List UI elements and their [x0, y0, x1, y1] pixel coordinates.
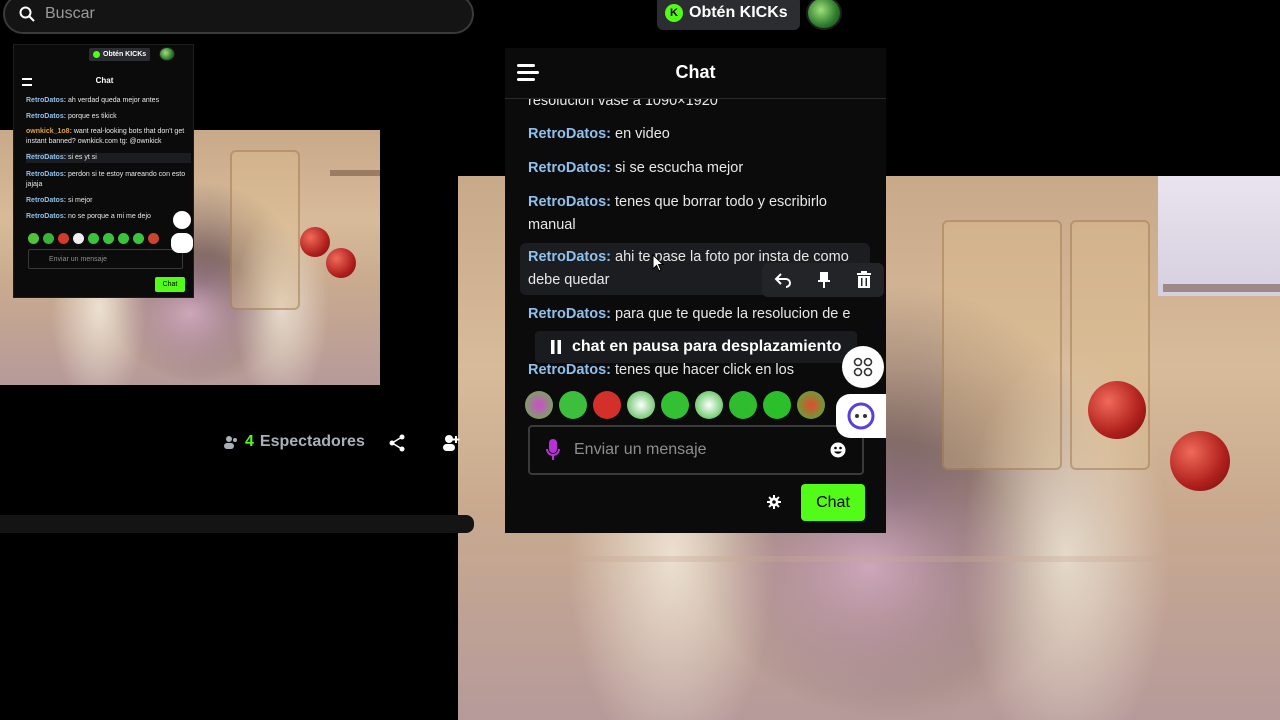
mini-chat-message: ownkick_1o8: want real-looking bots that…: [26, 128, 185, 145]
apps-grid-icon[interactable]: [842, 346, 884, 388]
chat-paused-banner[interactable]: chat en pausa para desplazamiento: [535, 331, 857, 363]
mini-send-button[interactable]: Chat: [155, 277, 185, 292]
emote-icon[interactable]: [525, 391, 553, 419]
mini-chat-message: RetroDatos: no se porque a mi me dejo: [26, 213, 151, 220]
mini-input-placeholder: Enviar un mensaje: [49, 255, 107, 263]
message-actions: [762, 263, 884, 297]
get-kicks-button[interactable]: K Obtén KICKs: [657, 0, 800, 30]
emote-icon[interactable]: [797, 391, 825, 419]
emote-row: [525, 391, 870, 421]
chat-message: RetroDatos: en video: [528, 126, 670, 142]
emote-icon[interactable]: [559, 391, 587, 419]
chat-title: Chat: [675, 62, 716, 82]
mini-kicks-label: Obtén KICKs: [103, 51, 147, 58]
screen: { "search": { "placeholder": "Buscar" },…: [0, 0, 1280, 720]
search-icon: [19, 6, 35, 22]
emoji-icon[interactable]: [830, 442, 846, 458]
kick-logo-icon: K: [665, 4, 683, 22]
emote-icon[interactable]: [593, 391, 621, 419]
emote-icon[interactable]: [627, 391, 655, 419]
mini-get-kicks-button[interactable]: Obtén KICKs: [89, 48, 151, 61]
assistant-bot-icon[interactable]: [836, 394, 886, 438]
message-input[interactable]: Enviar un mensaje: [528, 425, 864, 475]
viewer-label: Espectadores: [259, 433, 365, 450]
share-icon[interactable]: [388, 434, 406, 452]
follow-user-icon[interactable]: [442, 434, 460, 452]
mini-chat-title: Chat: [95, 76, 114, 85]
chat-paused-label: chat en pausa para desplazamiento: [572, 338, 842, 355]
mini-emote-row: [28, 233, 159, 244]
chat-message: RetroDatos: si se escucha mejor: [528, 160, 744, 176]
chat-message: resolucion vase a 1090×1920: [528, 99, 718, 109]
pin-icon[interactable]: [817, 271, 831, 289]
viewer-number: 4: [245, 433, 254, 450]
message-input-placeholder: Enviar un mensaje: [574, 441, 707, 458]
mini-chat-panel: Obtén KICKs Chat RetroDatos: ah verdad q…: [13, 44, 194, 298]
mini-avatar: [159, 47, 175, 61]
microphone-icon[interactable]: [546, 439, 560, 461]
chat-header: Chat: [505, 48, 886, 99]
mini-chat-message: RetroDatos: si es yt si: [26, 153, 191, 163]
mini-chat-message: RetroDatos: perdon si te estoy mareando …: [26, 171, 186, 188]
chat-message: RetroDatos: para que te quede la resoluc…: [528, 306, 851, 322]
viewer-count: 4 Espectadores: [223, 433, 365, 451]
player-progress-bar[interactable]: [0, 515, 474, 533]
search-bar[interactable]: Buscar: [3, 0, 474, 34]
mini-kick-logo-icon: [93, 51, 100, 58]
viewers-icon: [224, 436, 237, 449]
mini-chat-message: RetroDatos: ah verdad queda mejor antes: [26, 97, 160, 104]
mini-bot-icon[interactable]: [171, 233, 193, 253]
pause-icon: [551, 340, 561, 354]
delete-icon[interactable]: [856, 271, 872, 289]
chat-message: RetroDatos: tenes que borrar todo y escr…: [528, 194, 827, 233]
settings-gear-icon[interactable]: [767, 495, 781, 509]
user-avatar[interactable]: [806, 0, 842, 30]
emote-icon[interactable]: [695, 391, 723, 419]
reply-icon[interactable]: [774, 272, 792, 288]
send-chat-button[interactable]: Chat: [801, 484, 865, 521]
mini-chat-message: RetroDatos: porque es tikick: [26, 113, 117, 120]
emote-icon[interactable]: [763, 391, 791, 419]
chat-panel: Chat resolucion vase a 1090×1920 RetroDa…: [505, 48, 886, 533]
mouse-cursor-icon: [652, 254, 664, 272]
mini-apps-icon[interactable]: [173, 211, 191, 229]
chat-message-list[interactable]: resolucion vase a 1090×1920 RetroDatos: …: [505, 99, 886, 426]
search-placeholder: Buscar: [45, 5, 95, 22]
get-kicks-label: Obtén KICKs: [689, 4, 788, 21]
emote-icon[interactable]: [729, 391, 757, 419]
emote-icon[interactable]: [661, 391, 689, 419]
mini-chat-message: RetroDatos: si mejor: [26, 197, 93, 204]
mini-chat-input[interactable]: Enviar un mensaje: [28, 249, 183, 269]
